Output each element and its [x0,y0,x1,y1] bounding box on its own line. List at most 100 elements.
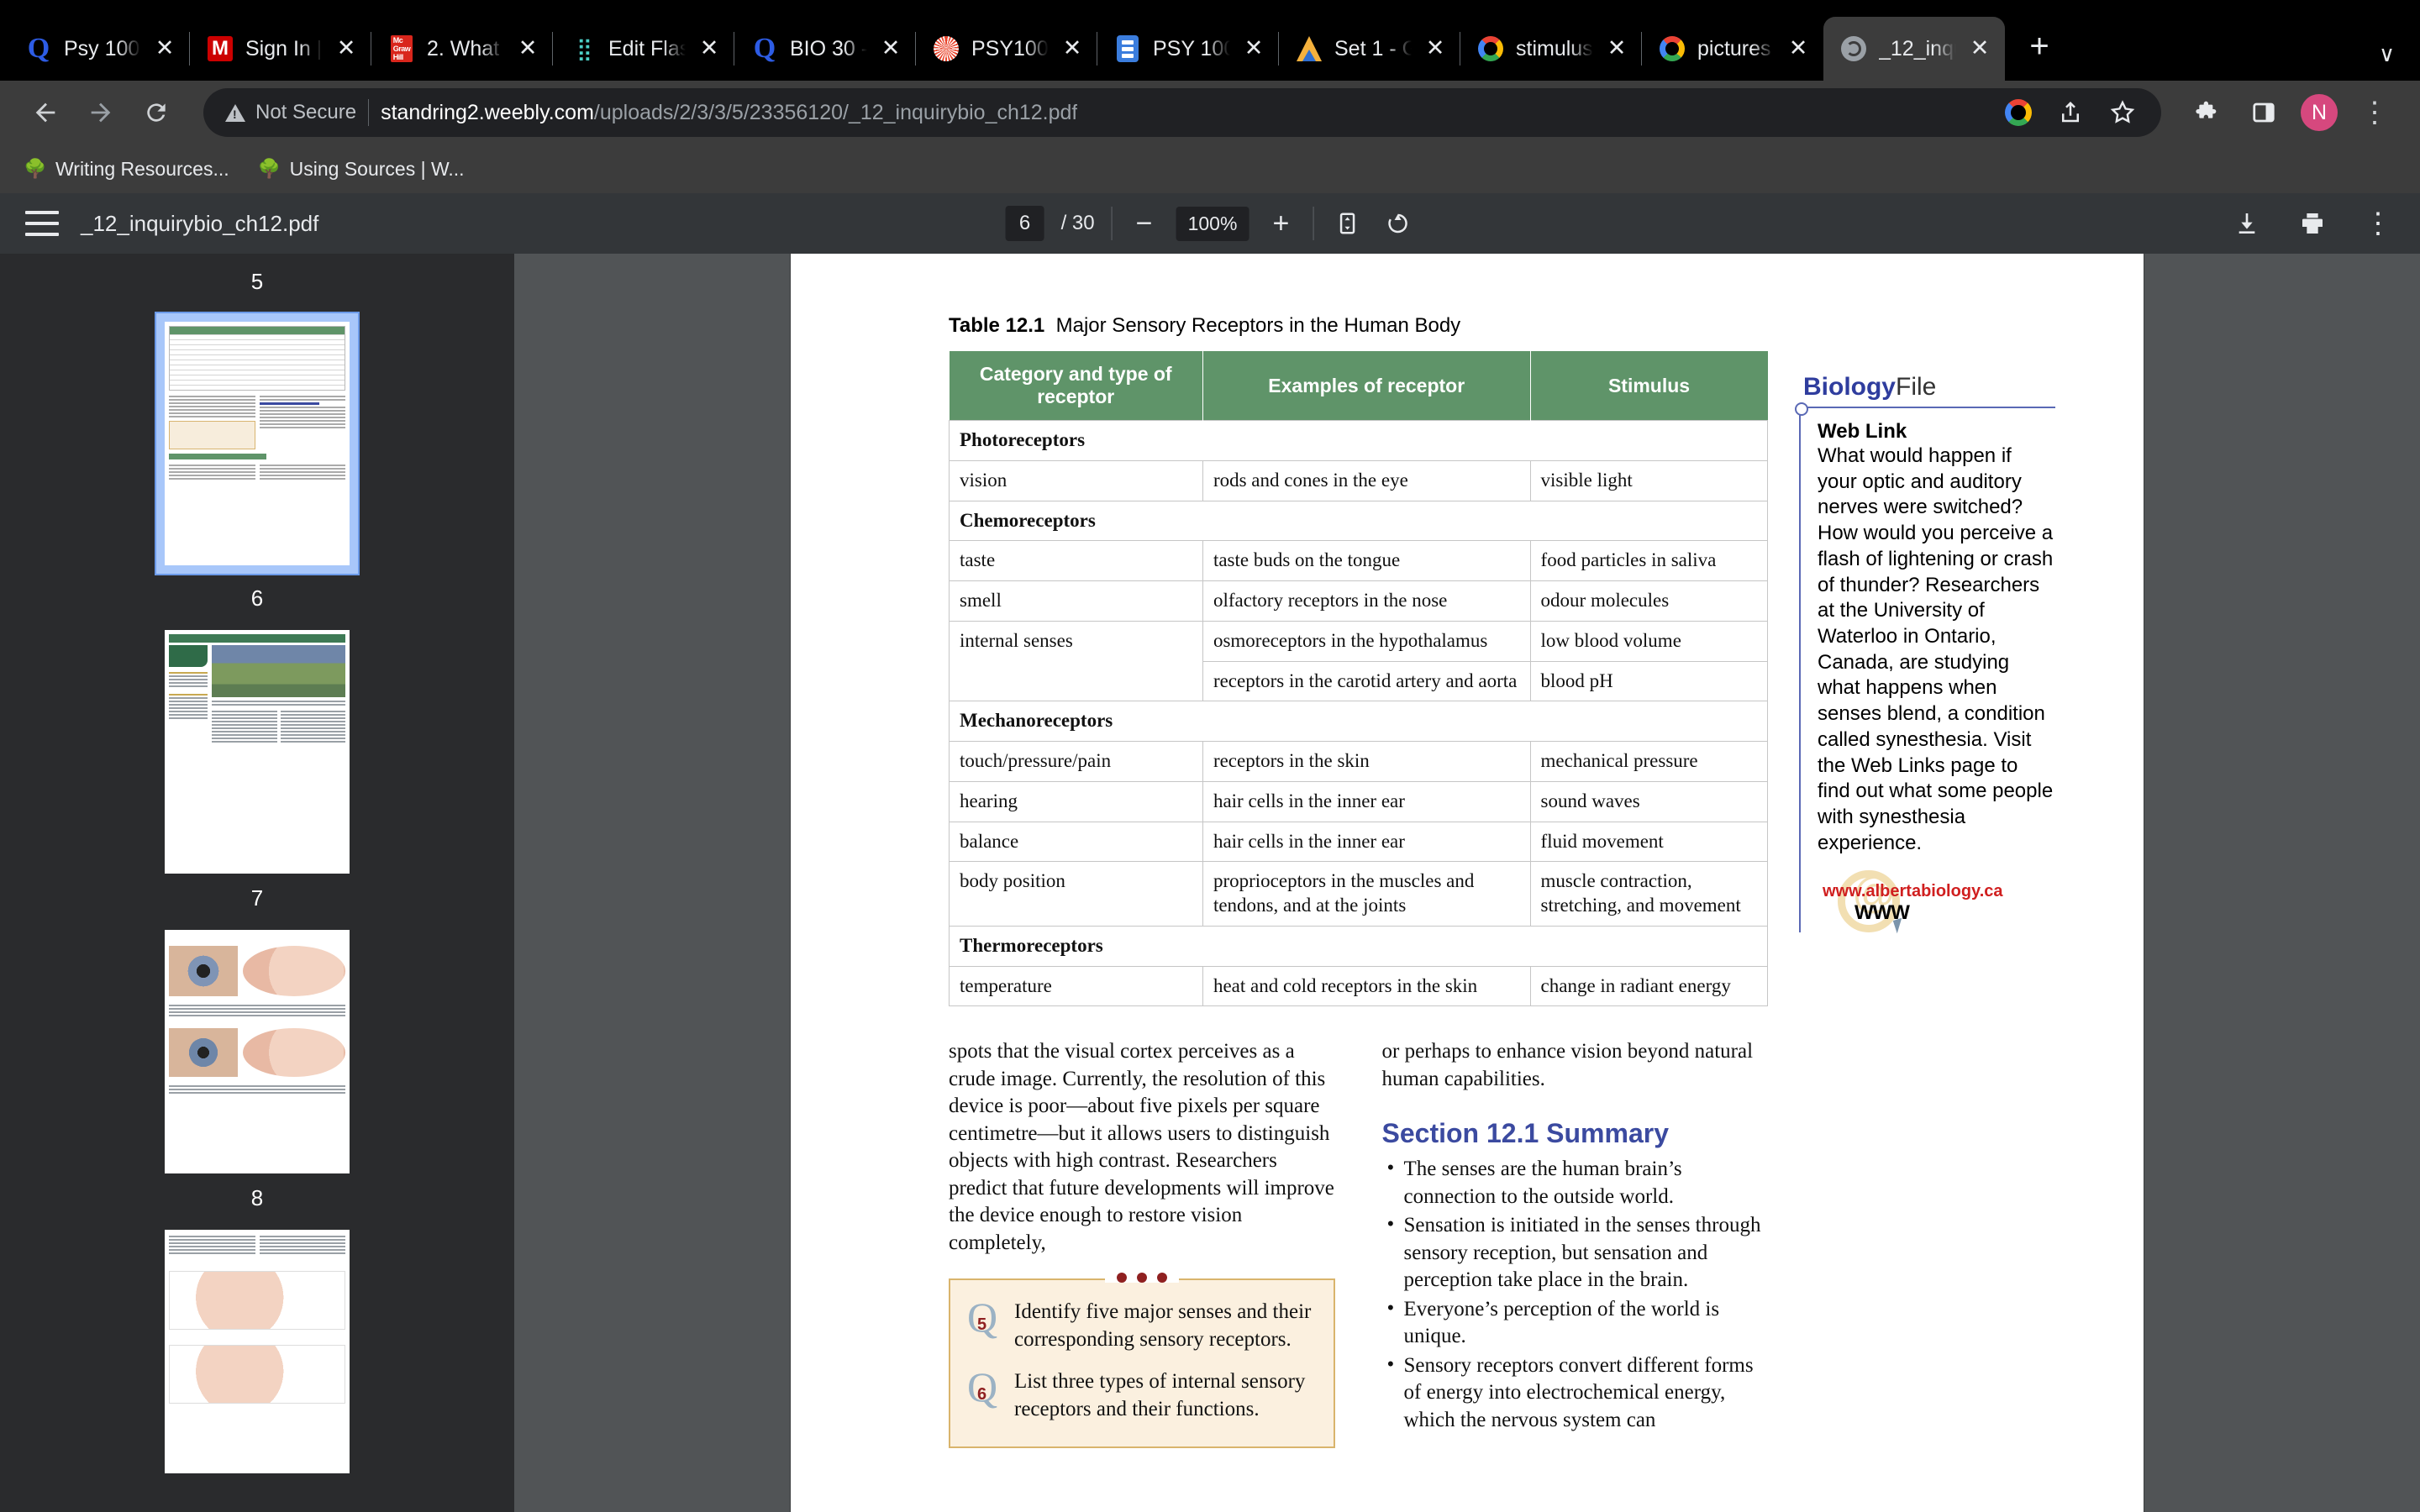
question-q-icon: Q6 [967,1366,1002,1408]
bookmark-item-writing-resources[interactable]: 🌳 Writing Resources... [24,158,229,181]
web-link-heading: Web Link [1818,420,1907,443]
table-group-label: Chemoreceptors [949,500,1768,542]
bookmark-label: Using Sources | W... [289,157,465,180]
bookmark-item-using-sources[interactable]: 🌳 Using Sources | W... [258,158,465,181]
zoom-out-button[interactable]: − [1129,208,1160,239]
print-icon[interactable] [2296,207,2329,240]
url-text: standring2.weebly.com/uploads/2/3/3/5/23… [381,101,1077,125]
download-icon[interactable] [2230,207,2264,240]
table-group-row: Chemoreceptors [949,500,1768,542]
sensory-receptors-table: Category and type of receptor Examples o… [949,351,1769,1007]
reload-icon[interactable] [133,89,180,136]
decorative-dots [1104,1273,1179,1284]
cell-type: hearing [949,780,1203,822]
pdf-page-area[interactable]: Table 12.1 Major Sensory Receptors in th… [514,254,2420,1512]
practice-questions-box: Q5 Identify five major senses and their … [949,1273,1335,1449]
mcgrawhill-icon: Mc Graw Hill [388,35,415,62]
right-paragraph: or perhaps to enhance vision beyond natu… [1381,1040,1754,1090]
chrome-menu-icon[interactable]: ⋮ [2351,89,2398,136]
tab-close-icon[interactable]: ✕ [1605,37,1628,60]
sidebar-toggle-icon[interactable] [25,211,59,236]
left-text-column: spots that the visual cortex perceives a… [949,1038,1335,1449]
page-main-column: Table 12.1 Major Sensory Receptors in th… [949,314,1769,1449]
table-group-row: Photoreceptors [949,420,1768,461]
alberta-biology-url: www.albertabiology.ca [1823,881,2003,900]
zoom-level-label[interactable]: 100% [1176,206,1249,241]
browser-tab-3[interactable]: ⣿ Edit Flash ✕ [553,17,734,81]
page-content: Table 12.1 Major Sensory Receptors in th… [949,314,2065,1449]
biology-word: Biology [1803,373,1896,401]
forms-icon [1114,35,1141,62]
address-bar[interactable]: Not Secure standring2.weebly.com/uploads… [203,88,2161,137]
thumbnail-number-6: 6 [250,585,264,611]
file-word: File [1896,373,1937,401]
browser-tab-6[interactable]: PSY 100 - ✕ [1097,17,1279,81]
cell-type: taste [949,540,1203,581]
google-lens-icon[interactable] [2002,96,2035,129]
tab-close-icon[interactable]: ✕ [697,37,721,60]
cell-stimulus: blood pH [1529,660,1769,702]
thumbnail-number-8: 8 [250,1185,264,1210]
browser-tab-2[interactable]: McGrawHill 2. What Is ✕ [371,17,553,81]
browser-tab-1[interactable]: M Sign In | C ✕ [190,17,371,81]
thumbnail-page-8[interactable] [165,930,350,1173]
browser-tab-0[interactable]: Q Psy 100-T ✕ [8,17,190,81]
tab-close-icon[interactable]: ✕ [1060,37,1084,60]
profile-avatar[interactable]: N [2296,89,2343,136]
cell-type: temperature [949,965,1203,1007]
tab-close-icon[interactable]: ✕ [1423,37,1447,60]
browser-tab-9[interactable]: pictures o ✕ [1642,17,1823,81]
question-item-5: Q5 Identify five major senses and their … [967,1296,1317,1353]
tab-close-icon[interactable]: ✕ [1242,37,1265,60]
pdf-more-menu-icon[interactable]: ⋮ [2361,207,2395,240]
browser-tab-strip: Q Psy 100-T ✕ M Sign In | C ✕ McGrawHill… [0,0,2420,81]
tab-close-icon[interactable]: ✕ [153,37,176,60]
forward-arrow-icon[interactable] [77,89,124,136]
tab-close-icon[interactable]: ✕ [516,37,539,60]
thumbnail-page-6-selected[interactable] [155,312,360,575]
cell-type: balance [949,821,1203,863]
page-number-input[interactable] [1005,206,1044,241]
table-caption: Table 12.1 Major Sensory Receptors in th… [949,314,1768,338]
omnibox-actions [2002,96,2139,129]
thumbnail-page-7[interactable] [165,630,350,874]
table-row: smell olfactory receptors in the nose od… [949,580,1769,622]
share-icon[interactable] [2054,96,2087,129]
slides-icon [1296,35,1323,62]
question-number: 5 [977,1315,987,1335]
side-panel-icon[interactable] [2240,89,2287,136]
back-arrow-icon[interactable] [22,89,69,136]
web-link-url-block: www.albertabiology.ca WWW [1818,869,2055,933]
browser-tab-4[interactable]: Q BIO 30 - C ✕ [734,17,916,81]
tab-close-icon[interactable]: ✕ [334,37,358,60]
cell-type: body position [949,861,1203,927]
thumbnail-sidebar[interactable]: 5 6 7 8 [0,254,514,1512]
thumbnail-page-9[interactable] [165,1230,350,1473]
cell-example: receptors in the carotid artery and aort… [1202,660,1531,702]
cell-example: osmoreceptors in the hypothalamus [1202,620,1531,662]
browser-tab-8[interactable]: stimulus r ✕ [1460,17,1642,81]
tab-title: pictures o [1697,36,1775,60]
tab-close-icon[interactable]: ✕ [1786,37,1810,60]
tab-close-icon[interactable]: ✕ [1968,37,1991,60]
url-host: standring2.weebly.com [381,100,594,124]
omnibox-divider [368,99,370,126]
not-secure-indicator[interactable]: Not Secure [225,101,356,124]
bookmark-star-icon[interactable] [2106,96,2139,129]
tab-search-chevron-down-icon[interactable]: ∨ [2379,41,2395,67]
tab-title: stimulus r [1516,36,1593,60]
browser-tab-7[interactable]: Set 1 - Go ✕ [1279,17,1460,81]
new-tab-button[interactable]: + [2017,25,2062,71]
fit-to-page-icon[interactable] [1330,207,1364,240]
browser-tab-5[interactable]: PSY100-p ✕ [916,17,1097,81]
rotate-icon[interactable] [1381,207,1414,240]
cell-example: rods and cones in the eye [1202,459,1531,501]
tab-title: BIO 30 - C [790,36,867,60]
table-row: touch/pressure/pain receptors in the ski… [949,741,1769,782]
summary-bullet: Everyone’s perception of the world is un… [1382,1295,1769,1351]
zoom-in-button[interactable]: + [1265,208,1296,239]
tab-close-icon[interactable]: ✕ [879,37,902,60]
bookmarks-bar: 🌳 Writing Resources... 🌳 Using Sources |… [0,144,2420,193]
extensions-puzzle-icon[interactable] [2185,89,2232,136]
browser-tab-10-active[interactable]: _12_inquir ✕ [1823,17,2005,81]
